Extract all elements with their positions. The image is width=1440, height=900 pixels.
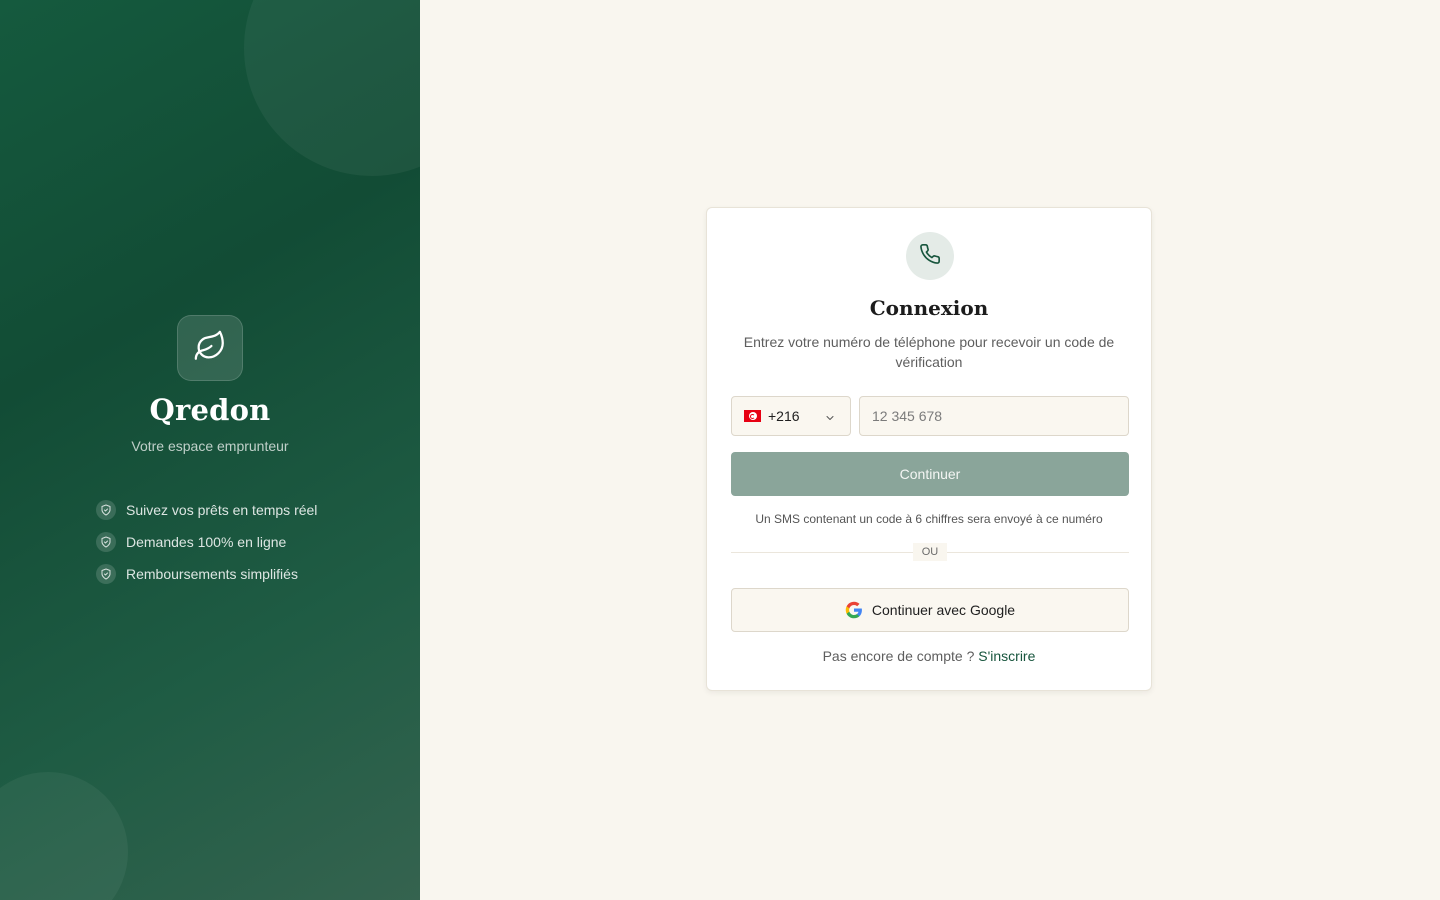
tunisia-flag-icon: [744, 410, 761, 422]
sms-hint: Un SMS contenant un code à 6 chiffres se…: [755, 512, 1103, 526]
phone-number-input[interactable]: [859, 396, 1129, 436]
form-area: Connexion Entrez votre numéro de télépho…: [420, 0, 1440, 900]
feature-item: Suivez vos prêts en temps réel: [96, 500, 317, 520]
shield-check-icon: [96, 500, 116, 520]
country-code-select[interactable]: +216: [731, 396, 851, 436]
feature-label: Suivez vos prêts en temps réel: [126, 502, 318, 518]
brand-logo: [177, 315, 243, 381]
decorative-circle: [0, 772, 128, 900]
signup-prompt: Pas encore de compte ?: [822, 648, 979, 664]
chevron-down-icon: [824, 411, 836, 427]
signup-row: Pas encore de compte ? S'inscrire: [707, 648, 1151, 664]
feature-label: Demandes 100% en ligne: [126, 534, 287, 550]
dial-code: +216: [768, 408, 800, 424]
feature-item: Remboursements simplifiés: [96, 564, 317, 584]
feature-list: Suivez vos prêts en temps réel Demandes …: [96, 500, 317, 596]
phone-badge: [906, 232, 954, 280]
shield-check-icon: [96, 564, 116, 584]
brand-tagline: Votre espace emprunteur: [131, 438, 289, 454]
decorative-circle: [244, 0, 420, 176]
feature-label: Remboursements simplifiés: [126, 566, 298, 582]
login-subtitle: Entrez votre numéro de téléphone pour re…: [743, 334, 1115, 370]
brand-name: Qredon: [149, 393, 271, 427]
signup-link[interactable]: S'inscrire: [978, 648, 1035, 664]
brand-panel: Qredon Votre espace emprunteur Suivez vo…: [0, 0, 420, 900]
page-title: Connexion: [869, 296, 989, 320]
shield-check-icon: [96, 532, 116, 552]
divider-label: OU: [913, 543, 947, 561]
google-icon: [845, 601, 863, 619]
login-page: Qredon Votre espace emprunteur Suivez vo…: [0, 0, 1440, 900]
continue-button[interactable]: Continuer: [731, 452, 1129, 496]
leaf-icon: [193, 329, 227, 368]
google-signin-button[interactable]: Continuer avec Google: [731, 588, 1129, 632]
login-card: Connexion Entrez votre numéro de télépho…: [706, 207, 1152, 691]
phone-icon: [919, 243, 941, 270]
feature-item: Demandes 100% en ligne: [96, 532, 317, 552]
google-button-label: Continuer avec Google: [871, 602, 1016, 618]
